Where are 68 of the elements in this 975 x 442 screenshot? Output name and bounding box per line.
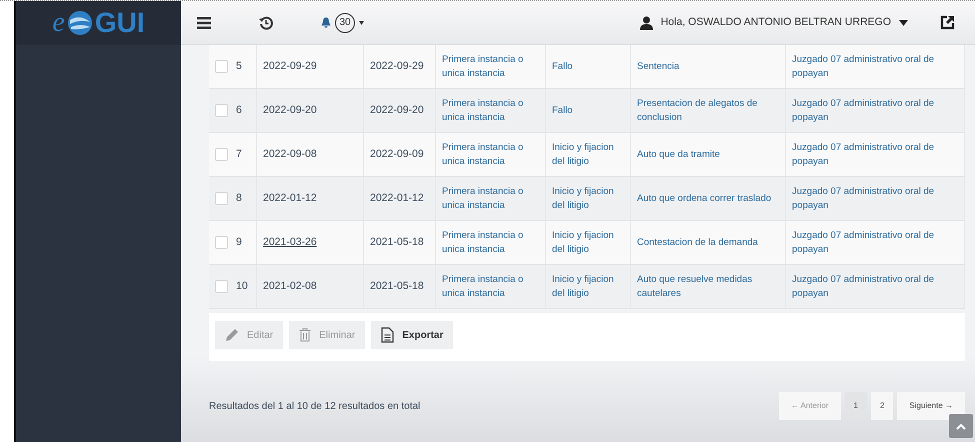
row-number: 8 (236, 190, 242, 206)
menu-icon[interactable] (197, 16, 211, 28)
stage-text: Fallo (552, 60, 573, 74)
date-text: 2022-01-12 (370, 190, 424, 206)
date-text: 2022-09-09 (370, 146, 424, 162)
date-text: 2022-09-08 (263, 146, 317, 162)
date-text: 2022-09-29 (263, 58, 317, 74)
row-checkbox[interactable] (215, 280, 228, 293)
date-link[interactable]: 2021-03-26 (263, 234, 317, 250)
pencil-icon (225, 328, 239, 342)
date-text: 2022-09-29 (370, 58, 424, 74)
action-text: Auto que da tramite (637, 148, 720, 162)
row-checkbox[interactable] (215, 148, 228, 161)
court-text: Juzgado 07 administrativo oral de popayan (792, 228, 936, 256)
bell-icon[interactable] (321, 17, 331, 28)
action-text: Auto que ordena correr traslado (637, 192, 772, 206)
results-summary: Resultados del 1 al 10 de 12 resultados en total (209, 400, 420, 414)
instance-text: Primera instancia o unica instancia (442, 52, 524, 80)
court-text: Juzgado 07 administrativo oral de popayan (792, 96, 936, 124)
court-text: Juzgado 07 administrativo oral de popayan (792, 184, 936, 212)
next-page-button[interactable]: Siguiente → (897, 392, 965, 420)
stage-text: Inicio y fijacion del litigio (552, 184, 615, 212)
instance-text: Primera instancia o unica instancia (442, 184, 524, 212)
user-greeting[interactable]: Hola, OSWALDO ANTONIO BELTRAN URREGO (660, 14, 891, 30)
action-text: Presentacion de alegatos de conclusion (637, 96, 758, 124)
date-text: 2021-05-18 (370, 234, 424, 250)
stage-text: Inicio y fijacion del litigio (552, 228, 615, 256)
document-icon (381, 327, 394, 343)
date-text: 2022-09-20 (370, 102, 424, 118)
stage-text: Inicio y fijacion del litigio (552, 272, 615, 300)
stage-text: Inicio y fijacion del litigio (552, 140, 615, 168)
date-text: 2021-05-18 (370, 278, 424, 294)
logo: e GUI (16, 1, 181, 45)
row-number: 7 (236, 146, 242, 162)
instance-text: Primera instancia o unica instancia (442, 140, 524, 168)
date-text: 2022-09-20 (263, 102, 317, 118)
notification-count[interactable]: 30 (335, 12, 355, 32)
instance-text: Primera instancia o unica instancia (442, 272, 524, 300)
instance-text: Primera instancia o unica instancia (442, 96, 524, 124)
chevron-up-icon (956, 422, 966, 430)
caret-icon[interactable] (899, 20, 908, 26)
date-text: 2021-02-08 (263, 278, 317, 294)
date-text: 2022-01-12 (263, 190, 317, 206)
row-number: 10 (236, 278, 248, 294)
trash-icon (299, 328, 312, 342)
page-button[interactable]: 2 (870, 392, 894, 420)
scroll-top-button[interactable] (949, 414, 973, 438)
instance-text: Primera instancia o unica instancia (442, 228, 524, 256)
export-button[interactable]: Exportar (371, 321, 454, 349)
history-icon[interactable] (259, 16, 273, 30)
court-text: Juzgado 07 administrativo oral de popayan (792, 140, 936, 168)
row-checkbox[interactable] (215, 104, 228, 117)
user-icon (640, 16, 653, 30)
row-number: 9 (236, 234, 242, 250)
row-checkbox[interactable] (215, 192, 228, 205)
external-link-icon[interactable] (940, 15, 955, 30)
court-text: Juzgado 07 administrativo oral de popayan (792, 52, 936, 80)
action-text: Sentencia (637, 60, 680, 74)
action-text: Contestacion de la demanda (637, 236, 758, 250)
row-number: 6 (236, 102, 242, 118)
row-checkbox[interactable] (215, 60, 228, 73)
action-text: Auto que resuelve medidas cautelares (637, 272, 754, 300)
caret-icon[interactable] (359, 20, 364, 24)
row-checkbox[interactable] (215, 236, 228, 249)
stage-text: Fallo (552, 104, 573, 118)
row-number: 5 (236, 58, 242, 74)
court-text: Juzgado 07 administrativo oral de popayan (792, 272, 936, 300)
globe-icon (66, 10, 93, 36)
